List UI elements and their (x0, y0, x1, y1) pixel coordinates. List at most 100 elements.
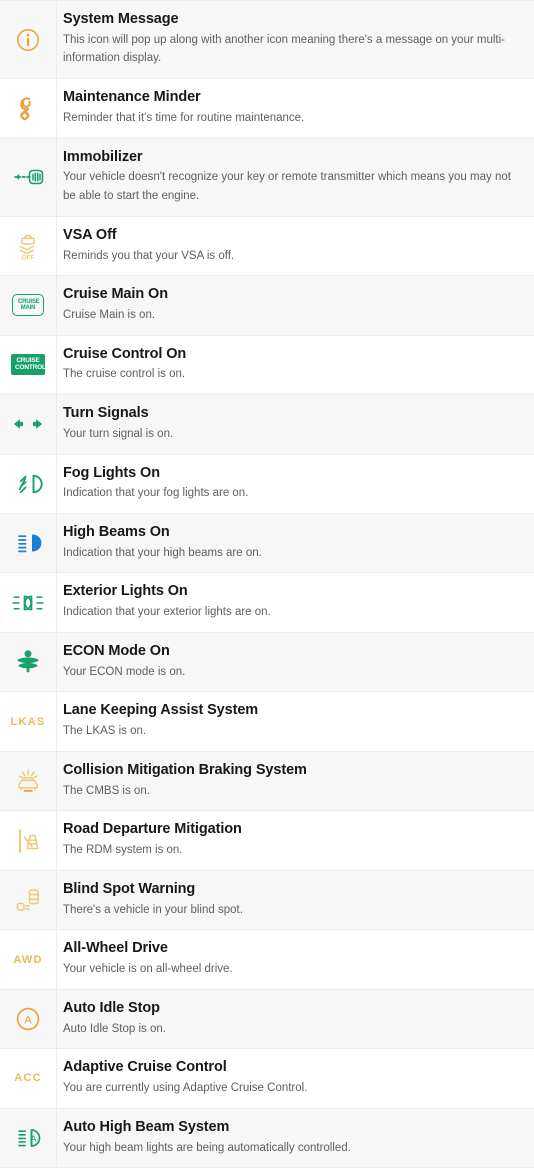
auto-idle-stop-icon: A (14, 1005, 42, 1033)
immobilizer-key-icon (11, 165, 45, 189)
row-text: Blind Spot Warning There's a vehicle in … (57, 871, 534, 929)
row-title: Turn Signals (63, 404, 522, 423)
table-row: System Message This icon will pop up alo… (0, 1, 534, 79)
icon-cell (0, 139, 57, 216)
row-title: Maintenance Minder (63, 88, 522, 107)
high-beams-icon (12, 530, 44, 556)
row-text: System Message This icon will pop up alo… (57, 1, 534, 78)
svg-text:OFF: OFF (22, 254, 35, 261)
row-text: VSA Off Reminds you that your VSA is off… (57, 217, 534, 275)
badge-line-2: MAIN (21, 305, 36, 311)
row-text: Cruise Main On Cruise Main is on. (57, 276, 534, 334)
row-text: Turn Signals Your turn signal is on. (57, 395, 534, 453)
icon-cell (0, 79, 57, 137)
row-title: VSA Off (63, 226, 522, 245)
row-text: Road Departure Mitigation The RDM system… (57, 811, 534, 869)
table-row: Fog Lights On Indication that your fog l… (0, 455, 534, 514)
row-text: High Beams On Indication that your high … (57, 514, 534, 572)
exterior-lights-icon (9, 592, 47, 614)
table-row: A Auto High Beam System Your high beam l… (0, 1109, 534, 1168)
icon-cell: LKAS (0, 692, 57, 750)
row-text: Fog Lights On Indication that your fog l… (57, 455, 534, 513)
vsa-off-icon: OFF (15, 231, 41, 261)
row-description: The cruise control is on. (63, 365, 522, 384)
icon-cell (0, 573, 57, 631)
econ-leaf-icon (13, 648, 43, 676)
row-description: The CMBS is on. (63, 782, 522, 801)
icon-cell (0, 752, 57, 810)
fog-lights-icon (13, 471, 43, 497)
icon-cell: A (0, 1109, 57, 1167)
row-text: Exterior Lights On Indication that your … (57, 573, 534, 631)
acc-text-icon: ACC (14, 1072, 41, 1084)
row-title: All-Wheel Drive (63, 939, 522, 958)
icon-cell: OFF (0, 217, 57, 275)
table-row: ACC Adaptive Cruise Control You are curr… (0, 1049, 534, 1108)
table-row: ECON Mode On Your ECON mode is on. (0, 633, 534, 692)
row-title: Immobilizer (63, 148, 522, 167)
icon-cell (0, 811, 57, 869)
table-row: LKAS Lane Keeping Assist System The LKAS… (0, 692, 534, 751)
row-text: All-Wheel Drive Your vehicle is on all-w… (57, 930, 534, 988)
icon-cell (0, 633, 57, 691)
table-row: Exterior Lights On Indication that your … (0, 573, 534, 632)
row-text: Lane Keeping Assist System The LKAS is o… (57, 692, 534, 750)
icon-cell: CRUISE MAIN (0, 276, 57, 334)
icon-cell: AWD (0, 930, 57, 988)
row-text: Auto High Beam System Your high beam lig… (57, 1109, 534, 1167)
row-title: Fog Lights On (63, 464, 522, 483)
blind-spot-icon (12, 885, 44, 915)
row-title: Auto High Beam System (63, 1118, 522, 1137)
cruise-control-badge-icon: CRUISE CONTROL (11, 354, 45, 375)
row-description: Indication that your high beams are on. (63, 544, 522, 563)
row-description: Auto Idle Stop is on. (63, 1020, 522, 1039)
icon-cell (0, 1, 57, 78)
row-title: Cruise Control On (63, 345, 522, 364)
row-description: Indication that your exterior lights are… (63, 603, 522, 622)
table-row: A Auto Idle Stop Auto Idle Stop is on. (0, 990, 534, 1049)
row-description: You are currently using Adaptive Cruise … (63, 1079, 522, 1098)
icon-cell (0, 514, 57, 572)
table-row: Immobilizer Your vehicle doesn't recogni… (0, 139, 534, 217)
table-row: CRUISE MAIN Cruise Main On Cruise Main i… (0, 276, 534, 335)
row-description: Your vehicle doesn't recognize your key … (63, 168, 522, 205)
auto-high-beam-icon: A (12, 1125, 44, 1151)
table-row: CRUISE CONTROL Cruise Control On The cru… (0, 336, 534, 395)
row-title: Collision Mitigation Braking System (63, 761, 522, 780)
row-description: This icon will pop up along with another… (63, 31, 522, 68)
row-description: Indication that your fog lights are on. (63, 484, 522, 503)
row-description: Reminder that it's time for routine main… (63, 109, 522, 128)
table-row: OFF VSA Off Reminds you that your VSA is… (0, 217, 534, 276)
row-title: Adaptive Cruise Control (63, 1058, 522, 1077)
badge-line-1: CRUISE (18, 299, 39, 305)
turn-signals-icon (10, 415, 46, 433)
table-row: AWD All-Wheel Drive Your vehicle is on a… (0, 930, 534, 989)
table-row: Road Departure Mitigation The RDM system… (0, 811, 534, 870)
row-text: ECON Mode On Your ECON mode is on. (57, 633, 534, 691)
row-title: Road Departure Mitigation (63, 820, 522, 839)
row-text: Auto Idle Stop Auto Idle Stop is on. (57, 990, 534, 1048)
icon-cell: A (0, 990, 57, 1048)
row-description: Cruise Main is on. (63, 306, 522, 325)
table-row: Turn Signals Your turn signal is on. (0, 395, 534, 454)
row-text: Collision Mitigation Braking System The … (57, 752, 534, 810)
row-title: ECON Mode On (63, 642, 522, 661)
icon-cell: ACC (0, 1049, 57, 1107)
row-title: Blind Spot Warning (63, 880, 522, 899)
indicator-light-table: System Message This icon will pop up alo… (0, 0, 534, 1168)
row-title: Exterior Lights On (63, 582, 522, 601)
svg-text:A: A (31, 1133, 37, 1143)
table-row: Blind Spot Warning There's a vehicle in … (0, 871, 534, 930)
svg-text:A: A (24, 1014, 32, 1026)
icon-cell (0, 871, 57, 929)
wrench-icon (13, 95, 43, 121)
row-description: Your ECON mode is on. (63, 663, 522, 682)
table-row: Maintenance Minder Reminder that it's ti… (0, 79, 534, 138)
row-text: Immobilizer Your vehicle doesn't recogni… (57, 139, 534, 216)
row-title: Cruise Main On (63, 285, 522, 304)
lkas-text-icon: LKAS (11, 716, 46, 728)
badge-line-2: CONTROL (15, 364, 46, 371)
road-departure-icon (13, 826, 43, 856)
row-title: System Message (63, 10, 522, 29)
row-description: There's a vehicle in your blind spot. (63, 901, 522, 920)
